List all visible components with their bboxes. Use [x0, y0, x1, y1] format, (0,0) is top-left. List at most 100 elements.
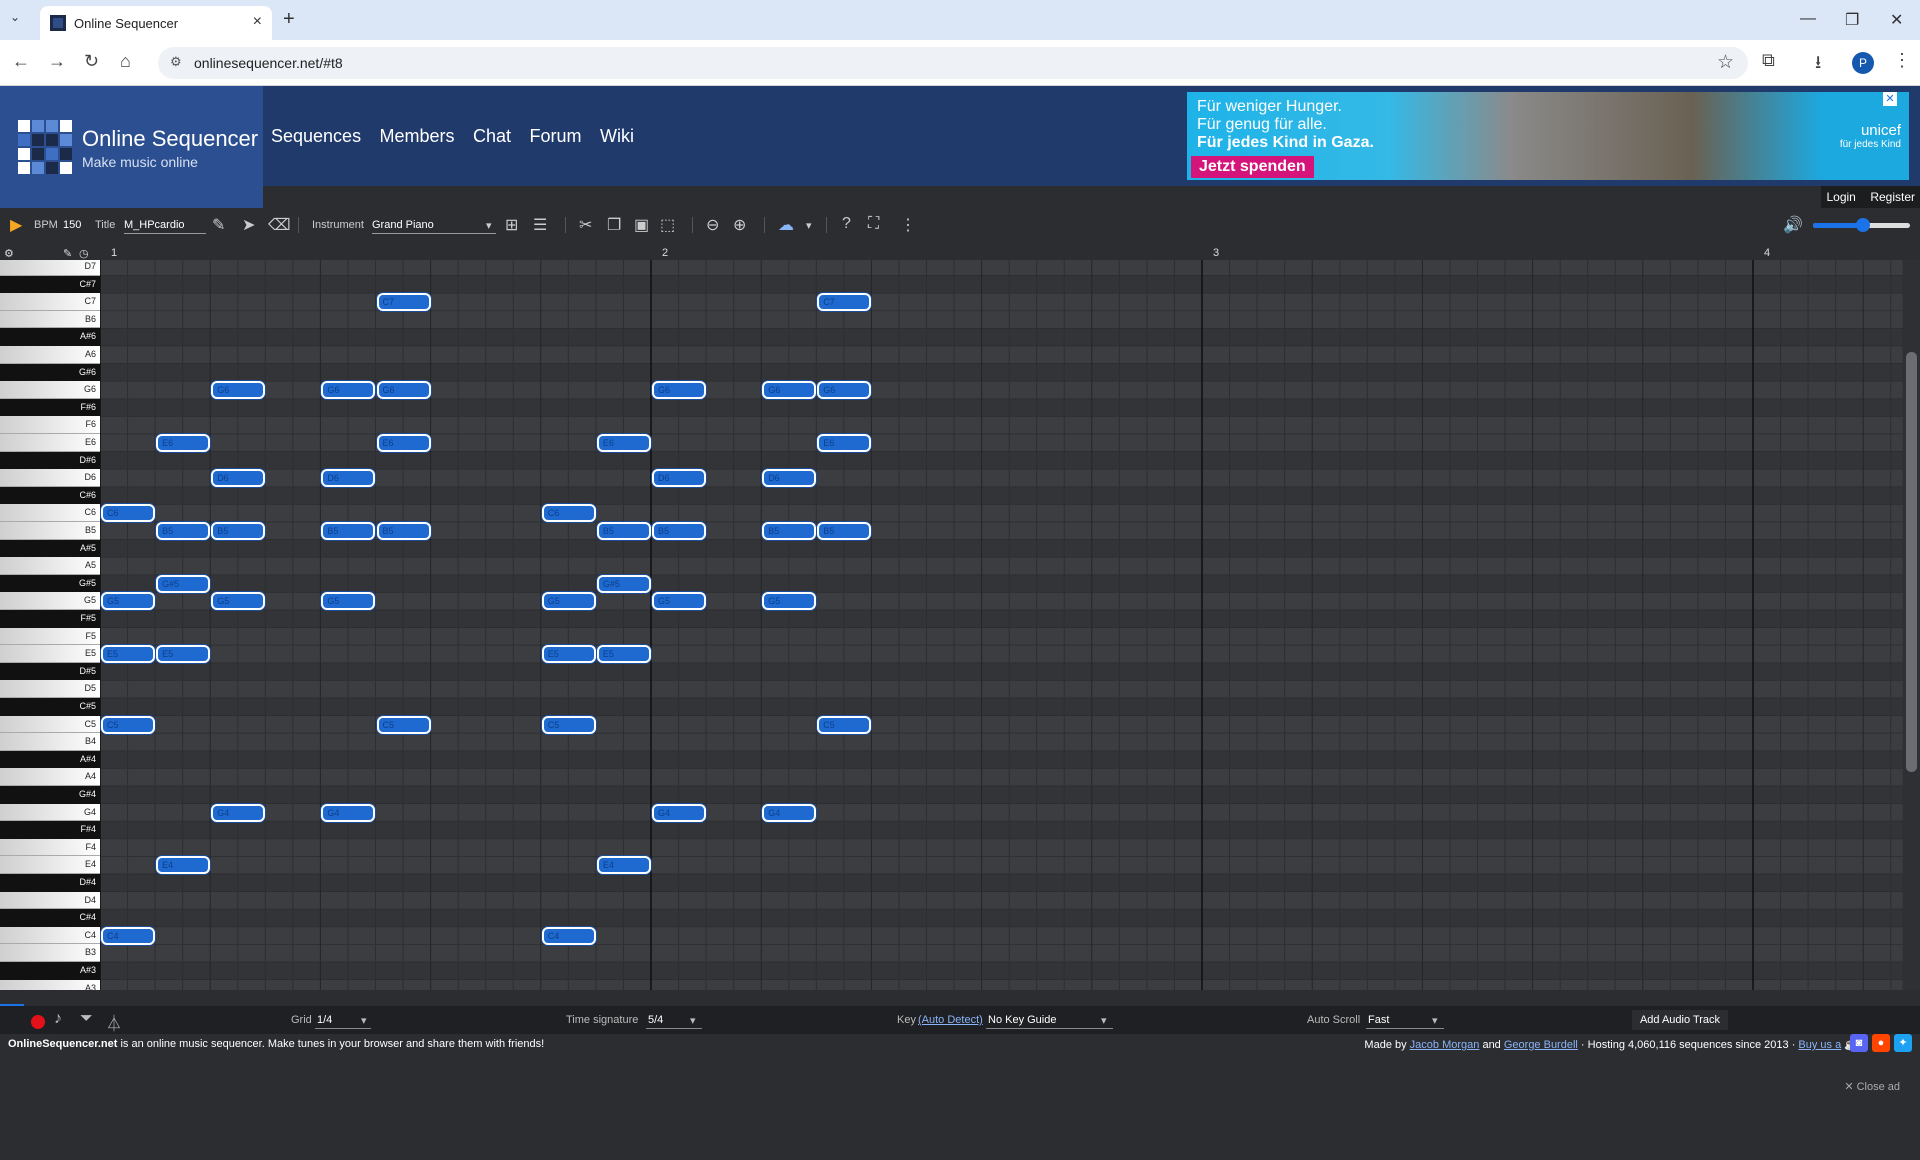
- buy-us-link[interactable]: Buy us a: [1798, 1039, 1841, 1051]
- note[interactable]: C4: [541, 926, 596, 945]
- piano-key-ds6[interactable]: D#6: [0, 451, 100, 470]
- login-link[interactable]: Login: [1821, 186, 1860, 208]
- edit-icon[interactable]: ✎: [212, 215, 225, 235]
- piano-key-b4[interactable]: B4: [0, 733, 100, 751]
- note[interactable]: G4: [321, 803, 376, 822]
- note[interactable]: G6: [817, 381, 872, 400]
- filter-icon[interactable]: ⏷: [80, 1010, 93, 1028]
- note[interactable]: G5: [541, 592, 596, 611]
- piano-key-as4[interactable]: A#4: [0, 750, 100, 769]
- note[interactable]: G6: [652, 381, 707, 400]
- instrument-chevron-down-icon[interactable]: ▾: [486, 219, 492, 232]
- note[interactable]: G5: [762, 592, 817, 611]
- new-tab-icon[interactable]: +: [283, 8, 295, 31]
- piano-key-c6[interactable]: C6: [0, 504, 100, 522]
- extensions-icon[interactable]: ⧉: [1762, 50, 1775, 71]
- key-auto-detect-link[interactable]: (Auto Detect): [918, 1014, 983, 1026]
- piano-key-cs7[interactable]: C#7: [0, 275, 100, 294]
- note[interactable]: G6: [762, 381, 817, 400]
- ad-close-icon[interactable]: ✕: [1883, 92, 1897, 106]
- ad-banner[interactable]: Für weniger Hunger. Für genug für alle. …: [1187, 92, 1909, 180]
- grid-chevron-down-icon[interactable]: ▾: [361, 1014, 367, 1027]
- note[interactable]: G4: [211, 803, 266, 822]
- piano-key-a5[interactable]: A5: [0, 557, 100, 575]
- brand[interactable]: Online Sequencer Make music online: [0, 86, 263, 208]
- close-window-icon[interactable]: ✕: [1890, 10, 1903, 30]
- midi-icon[interactable]: ♪: [54, 1010, 62, 1028]
- site-info-icon[interactable]: ⚙: [170, 54, 182, 70]
- note[interactable]: B5: [762, 522, 817, 540]
- url-field[interactable]: ⚙ onlinesequencer.net/#t8 ☆: [158, 47, 1748, 79]
- piano-settings-icon[interactable]: ⚙: [4, 247, 14, 260]
- ad-donate-button[interactable]: Jetzt spenden: [1191, 156, 1314, 178]
- note[interactable]: C7: [376, 293, 431, 312]
- piano-key-f4[interactable]: F4: [0, 838, 100, 857]
- piano-key-c5[interactable]: C5: [0, 715, 100, 734]
- auto-scroll-chevron-down-icon[interactable]: ▾: [1432, 1014, 1438, 1027]
- grid-select[interactable]: 1/4: [317, 1014, 332, 1026]
- note[interactable]: C4: [101, 926, 156, 945]
- piano-key-cs5[interactable]: C#5: [0, 698, 100, 716]
- note[interactable]: C5: [817, 715, 872, 734]
- note[interactable]: G5: [101, 592, 156, 611]
- close-ad-link[interactable]: ✕ Close ad: [1844, 1080, 1900, 1093]
- piano-key-c4[interactable]: C4: [0, 926, 100, 945]
- scrollbar-thumb[interactable]: [1906, 352, 1917, 772]
- piano-key-a3[interactable]: A3: [0, 979, 100, 990]
- fullscreen-icon[interactable]: ⛶: [868, 215, 879, 233]
- nav-chat[interactable]: Chat: [473, 126, 511, 146]
- piano-key-b3[interactable]: B3: [0, 944, 100, 962]
- discord-icon[interactable]: ◙: [1850, 1034, 1868, 1052]
- note[interactable]: E6: [156, 434, 211, 452]
- piano-keyboard[interactable]: D7 C#7 C7 B6 A#6 A6 G#6 G6 F#6 F6 E6 D#6 D6 C#6 C6 B5 A#…: [0, 260, 100, 990]
- register-link[interactable]: Register: [1865, 186, 1920, 208]
- zoom-out-icon[interactable]: ⊖: [706, 215, 719, 235]
- piano-key-gs5[interactable]: G#5: [0, 574, 100, 593]
- piano-key-g6[interactable]: G6: [0, 381, 100, 399]
- note[interactable]: B5: [652, 522, 707, 540]
- reddit-icon[interactable]: ●: [1872, 1034, 1890, 1052]
- piano-key-gs6[interactable]: G#6: [0, 363, 100, 382]
- piano-key-d5[interactable]: D5: [0, 680, 100, 698]
- note[interactable]: B5: [596, 522, 651, 540]
- forward-icon[interactable]: →: [48, 51, 66, 72]
- note[interactable]: C7: [817, 293, 872, 312]
- volume-knob[interactable]: [1856, 218, 1870, 232]
- save-chevron-down-icon[interactable]: ▾: [806, 219, 812, 232]
- note[interactable]: B5: [817, 522, 872, 540]
- note[interactable]: G#5: [156, 574, 211, 593]
- piano-key-e6[interactable]: E6: [0, 434, 100, 452]
- close-tab-icon[interactable]: ×: [253, 13, 262, 31]
- download-icon[interactable]: ⭳: [1815, 50, 1821, 80]
- help-icon[interactable]: ?: [842, 215, 851, 233]
- nav-members[interactable]: Members: [380, 126, 455, 146]
- instrument-select[interactable]: Grand Piano: [372, 219, 496, 234]
- reload-icon[interactable]: ↻: [84, 51, 99, 72]
- browser-tab[interactable]: Online Sequencer ×: [40, 6, 272, 40]
- piano-key-d7[interactable]: D7: [0, 260, 100, 276]
- nav-wiki[interactable]: Wiki: [600, 126, 634, 146]
- note[interactable]: G6: [321, 381, 376, 400]
- home-icon[interactable]: ⌂: [120, 51, 131, 72]
- note[interactable]: G5: [652, 592, 707, 611]
- title-input[interactable]: M_HPcardio: [124, 219, 206, 234]
- note[interactable]: E5: [596, 645, 651, 664]
- piano-key-a6[interactable]: A6: [0, 346, 100, 364]
- piano-key-gs4[interactable]: G#4: [0, 786, 100, 804]
- tab-search-icon[interactable]: ⌄: [10, 10, 20, 24]
- note[interactable]: E5: [101, 645, 156, 664]
- note[interactable]: E6: [817, 434, 872, 452]
- piano-key-d6[interactable]: D6: [0, 469, 100, 487]
- nav-forum[interactable]: Forum: [529, 126, 581, 146]
- note[interactable]: D6: [321, 469, 376, 488]
- menu-icon[interactable]: ⋮: [1893, 50, 1911, 71]
- piano-key-cs6[interactable]: C#6: [0, 486, 100, 505]
- note[interactable]: G4: [762, 803, 817, 822]
- minimize-icon[interactable]: —: [1800, 10, 1816, 28]
- piano-key-as5[interactable]: A#5: [0, 539, 100, 558]
- piano-key-f5[interactable]: F5: [0, 627, 100, 646]
- bpm-input[interactable]: 150: [63, 219, 81, 231]
- note[interactable]: C6: [101, 504, 156, 523]
- bookmark-star-icon[interactable]: ☆: [1717, 51, 1734, 74]
- piano-key-b5[interactable]: B5: [0, 522, 100, 540]
